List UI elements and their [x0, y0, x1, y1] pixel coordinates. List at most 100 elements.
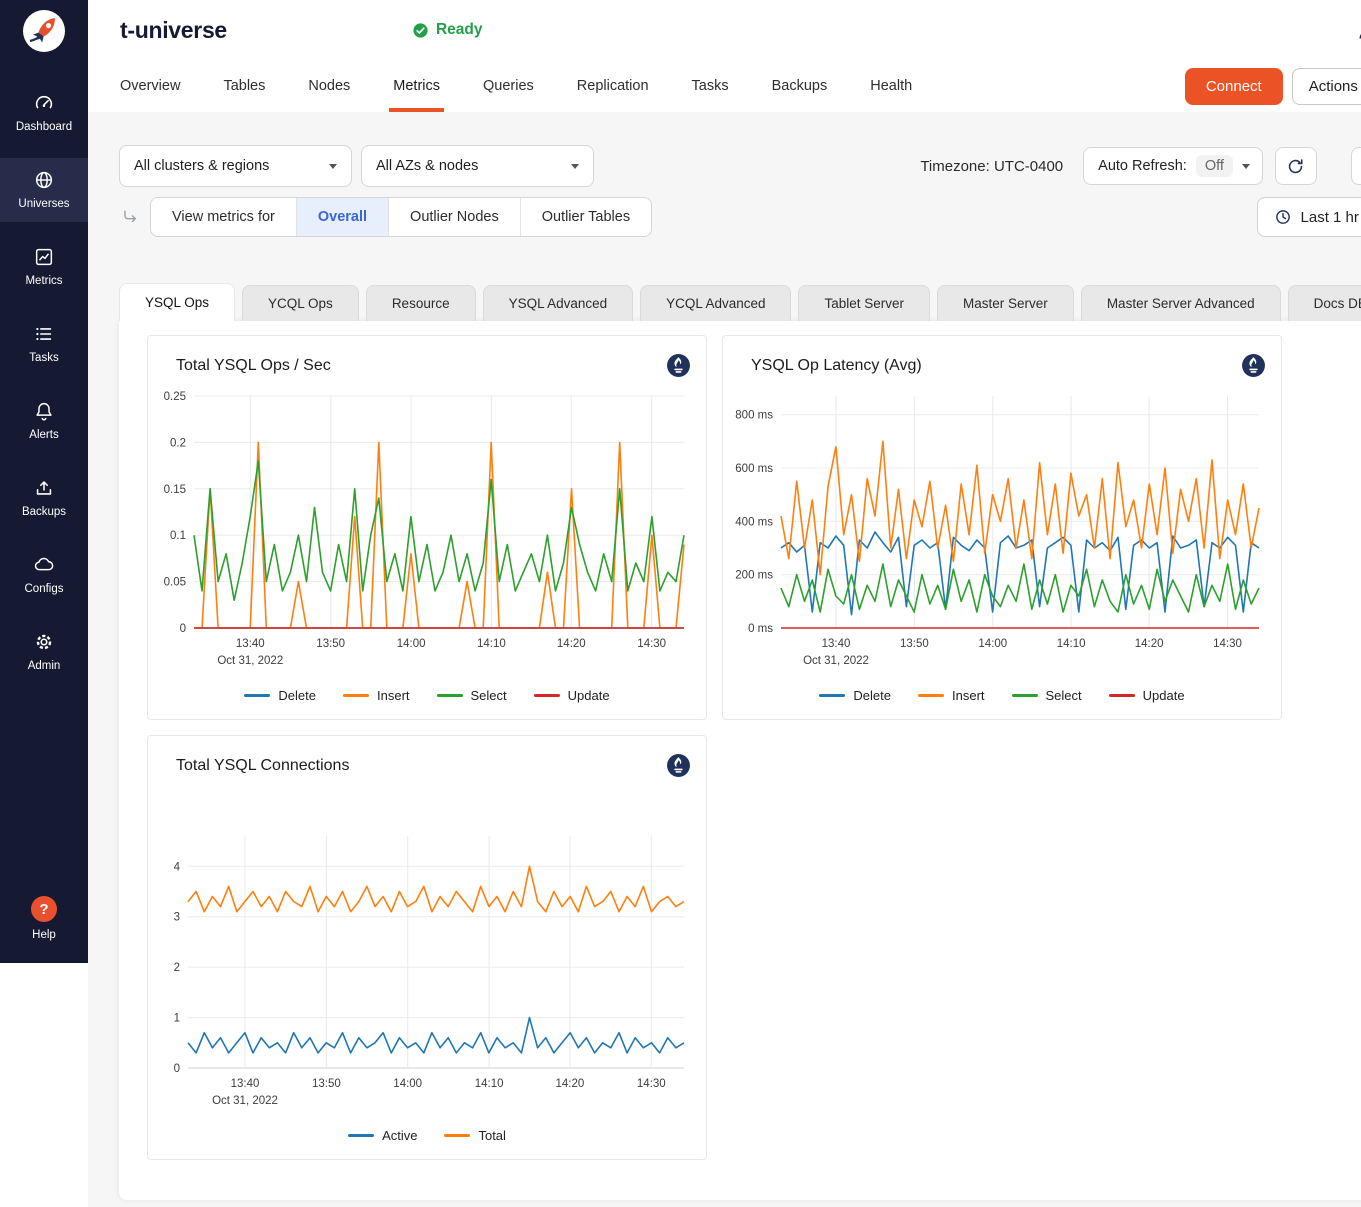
svg-text:13:40: 13:40	[822, 638, 851, 650]
sidebar-item-help[interactable]: ? Help	[0, 885, 88, 953]
svg-text:13:50: 13:50	[316, 638, 345, 650]
tab-replication[interactable]: Replication	[577, 60, 649, 112]
legend-item-active[interactable]: Active	[348, 1128, 417, 1143]
legend-item-delete[interactable]: Delete	[244, 688, 316, 703]
charts-panel: Total YSQL Ops / Sec 00.050.10.150.20.25…	[119, 321, 1361, 1200]
tab-tasks[interactable]: Tasks	[692, 60, 729, 112]
refresh-icon	[1286, 157, 1305, 176]
seg-label: View metrics for	[172, 209, 275, 225]
universe-title: t-universe	[120, 17, 227, 44]
universe-tab-bar: Overview Tables Nodes Metrics Queries Re…	[88, 60, 1361, 112]
sidebar-item-admin[interactable]: Admin	[0, 620, 88, 684]
legend-label: Select	[471, 688, 507, 703]
sidebar-item-universes[interactable]: Universes	[0, 158, 88, 222]
tab-backups[interactable]: Backups	[772, 60, 828, 112]
user-menu[interactable]	[1355, 18, 1361, 42]
level-arrow-icon	[121, 208, 140, 227]
tab-label: Overview	[120, 78, 180, 94]
topbar: t-universe Ready	[88, 0, 1361, 60]
auto-refresh-dropdown[interactable]: Auto Refresh: Off	[1083, 147, 1263, 185]
svg-text:400 ms: 400 ms	[735, 516, 773, 528]
legend-item-update[interactable]: Update	[534, 688, 610, 703]
legend-label: Total	[478, 1128, 505, 1143]
sidebar-item-label: Configs	[25, 583, 64, 595]
metric-tab-tablet-server[interactable]: Tablet Server	[798, 285, 930, 321]
prometheus-icon[interactable]	[666, 353, 691, 378]
svg-text:0.25: 0.25	[164, 391, 186, 403]
svg-text:13:40: 13:40	[236, 638, 265, 650]
legend-label: Update	[568, 688, 610, 703]
sidebar-item-dashboard[interactable]: Dashboard	[0, 81, 88, 145]
svg-text:4: 4	[174, 861, 181, 873]
metric-tab-master-server[interactable]: Master Server	[937, 285, 1074, 321]
universe-status-badge: Ready	[412, 21, 483, 39]
tab-nodes[interactable]: Nodes	[308, 60, 350, 112]
tab-metrics[interactable]: Metrics	[393, 60, 440, 112]
prometheus-icon[interactable]	[666, 753, 691, 778]
seg-label: Outlier Nodes	[410, 209, 499, 225]
svg-text:14:10: 14:10	[475, 1078, 504, 1090]
sidebar-item-backups[interactable]: Backups	[0, 466, 88, 530]
tab-overview[interactable]: Overview	[120, 60, 180, 112]
azs-nodes-select[interactable]: All AZs & nodes	[361, 145, 594, 187]
metric-tab-ycql-advanced[interactable]: YCQL Advanced	[640, 285, 791, 321]
sidebar-item-configs[interactable]: Configs	[0, 543, 88, 607]
svg-text:14:00: 14:00	[397, 638, 426, 650]
time-range-dropdown[interactable]: Last 1 hr	[1257, 197, 1361, 237]
sidebar-item-label: Dashboard	[16, 121, 72, 133]
metric-tab-ysql-advanced[interactable]: YSQL Advanced	[483, 285, 634, 321]
metric-tab-docs-db[interactable]: Docs DB	[1288, 285, 1361, 321]
legend-swatch	[348, 1134, 374, 1137]
refresh-button[interactable]	[1275, 147, 1317, 185]
scope-option-outlier-tables[interactable]: Outlier Tables	[520, 198, 651, 236]
svg-text:13:50: 13:50	[312, 1078, 341, 1090]
metric-tab-ycql-ops[interactable]: YCQL Ops	[242, 285, 359, 321]
legend-swatch	[444, 1134, 470, 1137]
legend-item-total[interactable]: Total	[444, 1128, 505, 1143]
sidebar-item-tasks[interactable]: Tasks	[0, 312, 88, 376]
legend-swatch	[918, 694, 944, 697]
sidebar-item-label: Help	[32, 929, 56, 941]
metric-tab-ysql-ops[interactable]: YSQL Ops	[119, 283, 235, 321]
scope-row: View metrics for Overall Outlier Nodes O…	[119, 197, 1361, 237]
svg-text:14:10: 14:10	[477, 638, 506, 650]
legend-item-select[interactable]: Select	[437, 688, 507, 703]
connect-button[interactable]: Connect	[1185, 68, 1283, 105]
sidebar-item-label: Admin	[28, 660, 61, 672]
legend-item-delete[interactable]: Delete	[819, 688, 891, 703]
svg-text:200 ms: 200 ms	[735, 570, 773, 582]
legend-item-update[interactable]: Update	[1109, 688, 1185, 703]
metric-tab-label: YSQL Ops	[145, 295, 209, 310]
configs-cloud-icon	[33, 554, 55, 576]
svg-text:Oct 31, 2022: Oct 31, 2022	[212, 1095, 278, 1107]
legend-item-select[interactable]: Select	[1012, 688, 1082, 703]
dashboard-icon	[33, 92, 55, 114]
tab-queries[interactable]: Queries	[483, 60, 534, 112]
view-metrics-toggle: View metrics for Overall Outlier Nodes O…	[150, 197, 652, 237]
svg-text:Oct 31, 2022: Oct 31, 2022	[217, 655, 283, 667]
svg-text:14:10: 14:10	[1057, 638, 1086, 650]
scope-option-outlier-nodes[interactable]: Outlier Nodes	[388, 198, 520, 236]
sidebar-item-metrics[interactable]: Metrics	[0, 235, 88, 299]
yugabyte-logo-icon[interactable]	[21, 8, 67, 59]
metric-tab-master-server-advanced[interactable]: Master Server Advanced	[1081, 285, 1281, 321]
legend-item-insert[interactable]: Insert	[343, 688, 410, 703]
seg-label: Overall	[318, 209, 367, 225]
tab-health[interactable]: Health	[870, 60, 912, 112]
clusters-regions-select[interactable]: All clusters & regions	[119, 145, 352, 187]
svg-text:800 ms: 800 ms	[735, 410, 773, 422]
legend-item-insert[interactable]: Insert	[918, 688, 985, 703]
metric-tab-resource[interactable]: Resource	[366, 285, 476, 321]
metric-tab-label: YSQL Advanced	[509, 296, 608, 311]
prometheus-icon[interactable]	[1241, 353, 1266, 378]
backups-upload-icon	[33, 477, 55, 499]
auto-refresh-label: Auto Refresh:	[1098, 158, 1187, 174]
actions-button[interactable]: Actions	[1292, 68, 1361, 105]
scope-option-overall[interactable]: Overall	[296, 198, 388, 236]
sidebar-item-alerts[interactable]: Alerts	[0, 389, 88, 453]
svg-text:3: 3	[174, 912, 180, 924]
tab-tables[interactable]: Tables	[223, 60, 265, 112]
svg-text:13:50: 13:50	[900, 638, 929, 650]
legend-label: Insert	[952, 688, 985, 703]
metrics-settings-button[interactable]	[1351, 147, 1361, 185]
